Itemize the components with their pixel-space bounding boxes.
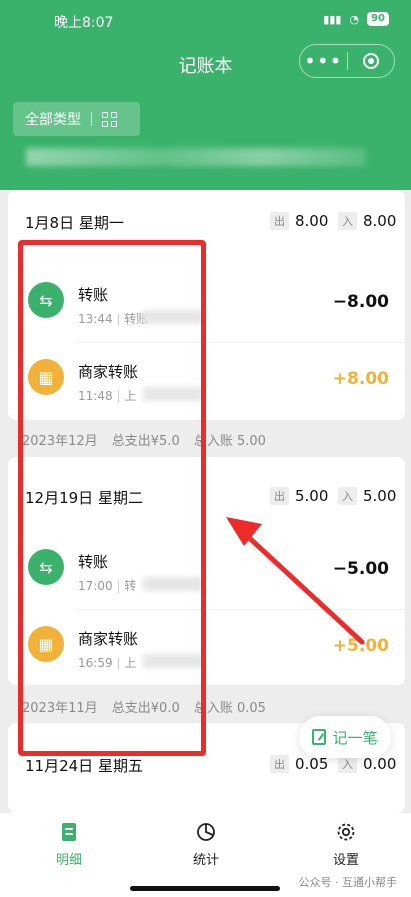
month-income: 总入账 5.00 — [193, 434, 266, 449]
tab-details[interactable]: 明细 — [29, 821, 109, 868]
status-bar: 晚上8:07 ▮▮▮ ◔ 90 — [0, 12, 411, 32]
tab-settings[interactable]: 设置 — [306, 821, 386, 868]
transaction-amount: +8.00 — [332, 369, 389, 389]
transaction-time: 16:59 — [78, 656, 113, 670]
day-card: 12月19日 星期二 出 5.00 入 5.00 ⇆ 转账 17:00 | 转 … — [8, 457, 405, 685]
day-date: 11月24日 星期五 — [25, 757, 143, 775]
month-spend: 总支出¥0.0 — [111, 701, 180, 716]
day-in-total: 8.00 — [363, 212, 397, 230]
transaction-row[interactable]: ▦ 商家转账 11:48 | 上 +8.00 — [8, 343, 405, 419]
day-out-total: 5.00 — [295, 487, 329, 505]
day-out-total: 8.00 — [295, 212, 329, 230]
blurred-detail — [143, 577, 203, 591]
transaction-name: 商家转账 — [78, 363, 139, 381]
in-chip: 入 — [338, 212, 357, 230]
type-filter-button[interactable]: 全部类型 — [13, 102, 140, 136]
month-spend: 总支出¥5.0 — [111, 434, 180, 449]
shop-icon: ▦ — [28, 359, 64, 395]
status-time: 晚上8:07 — [54, 15, 114, 31]
target-icon — [362, 53, 379, 69]
out-chip: 出 — [270, 212, 289, 230]
transaction-meta: 上 — [124, 656, 137, 670]
gear-icon — [337, 823, 355, 841]
transaction-row[interactable]: ⇆ 转账 13:44 | 转账 −8.00 — [8, 266, 405, 342]
transaction-amount: −5.00 — [332, 559, 389, 579]
day-date: 1月8日 星期一 — [25, 214, 124, 232]
out-chip: 出 — [270, 487, 289, 505]
blurred-detail — [143, 654, 203, 668]
day-card: 1月8日 星期一 出 8.00 入 8.00 ⇆ 转账 13:44 | 转账 −… — [8, 190, 405, 420]
transaction-name: 商家转账 — [78, 630, 139, 648]
watermark: 公众号 · 互通小帮手 — [298, 876, 398, 889]
add-record-label: 记一笔 — [332, 728, 378, 747]
month-label: 2023年12月 — [22, 434, 98, 449]
month-summary: 2023年11月 总支出¥0.0 总入账 0.05 — [22, 697, 266, 716]
list-icon — [62, 823, 76, 841]
miniprogram-capsule: ••• — [299, 44, 395, 78]
transaction-time: 11:48 — [78, 389, 113, 403]
more-options-button[interactable]: ••• — [300, 51, 347, 71]
close-miniprogram-button[interactable] — [347, 53, 394, 69]
tab-label: 统计 — [192, 853, 219, 868]
day-header: 11月24日 星期五 出 0.05 入 0.00 — [8, 755, 405, 795]
transaction-name: 转账 — [78, 286, 109, 304]
transaction-time: 17:00 — [78, 579, 113, 593]
tab-label: 明细 — [55, 853, 82, 868]
transaction-name: 转账 — [78, 553, 109, 571]
transfer-arrows-icon: ⇆ — [28, 282, 64, 318]
day-in-total: 5.00 — [363, 487, 397, 505]
transaction-amount: −8.00 — [332, 292, 389, 312]
transaction-meta: 转 — [124, 579, 137, 593]
day-header: 1月8日 星期一 出 8.00 入 8.00 — [8, 212, 405, 252]
signal-icon: ▮▮▮ — [323, 12, 342, 26]
day-header: 12月19日 星期二 出 5.00 入 5.00 — [8, 487, 405, 527]
home-indicator[interactable] — [130, 886, 280, 891]
battery-icon: 90 — [367, 12, 389, 26]
type-filter-label: 全部类型 — [25, 112, 81, 128]
transaction-amount: +5.00 — [332, 636, 389, 656]
blurred-summary — [26, 148, 366, 166]
pie-chart-icon — [197, 823, 215, 841]
month-summary: 2023年12月 总支出¥5.0 总入账 5.00 — [22, 430, 266, 449]
shop-icon: ▦ — [28, 626, 64, 662]
in-chip: 入 — [338, 487, 357, 505]
tab-label: 设置 — [332, 853, 359, 868]
transaction-row[interactable]: ▦ 商家转账 16:59 | 上 +5.00 — [8, 610, 405, 686]
grid-icon — [102, 111, 117, 127]
month-label: 2023年11月 — [22, 701, 98, 716]
blurred-detail — [143, 310, 203, 324]
transfer-arrows-icon: ⇆ — [28, 549, 64, 585]
month-income: 总入账 0.05 — [193, 701, 266, 716]
transaction-time: 13:44 — [78, 312, 113, 326]
add-record-button[interactable]: 记一笔 — [299, 716, 391, 758]
edit-note-icon — [312, 729, 327, 745]
tab-statistics[interactable]: 统计 — [166, 821, 246, 868]
day-date: 12月19日 星期二 — [25, 489, 143, 507]
transaction-meta: 上 — [124, 389, 137, 403]
out-chip: 出 — [270, 755, 289, 773]
blurred-detail — [143, 387, 203, 401]
header: 晚上8:07 ▮▮▮ ◔ 90 记账本 ••• 全部类型 — [0, 0, 411, 190]
wifi-icon: ◔ — [349, 12, 360, 26]
transaction-row[interactable]: ⇆ 转账 17:00 | 转 −5.00 — [8, 533, 405, 609]
